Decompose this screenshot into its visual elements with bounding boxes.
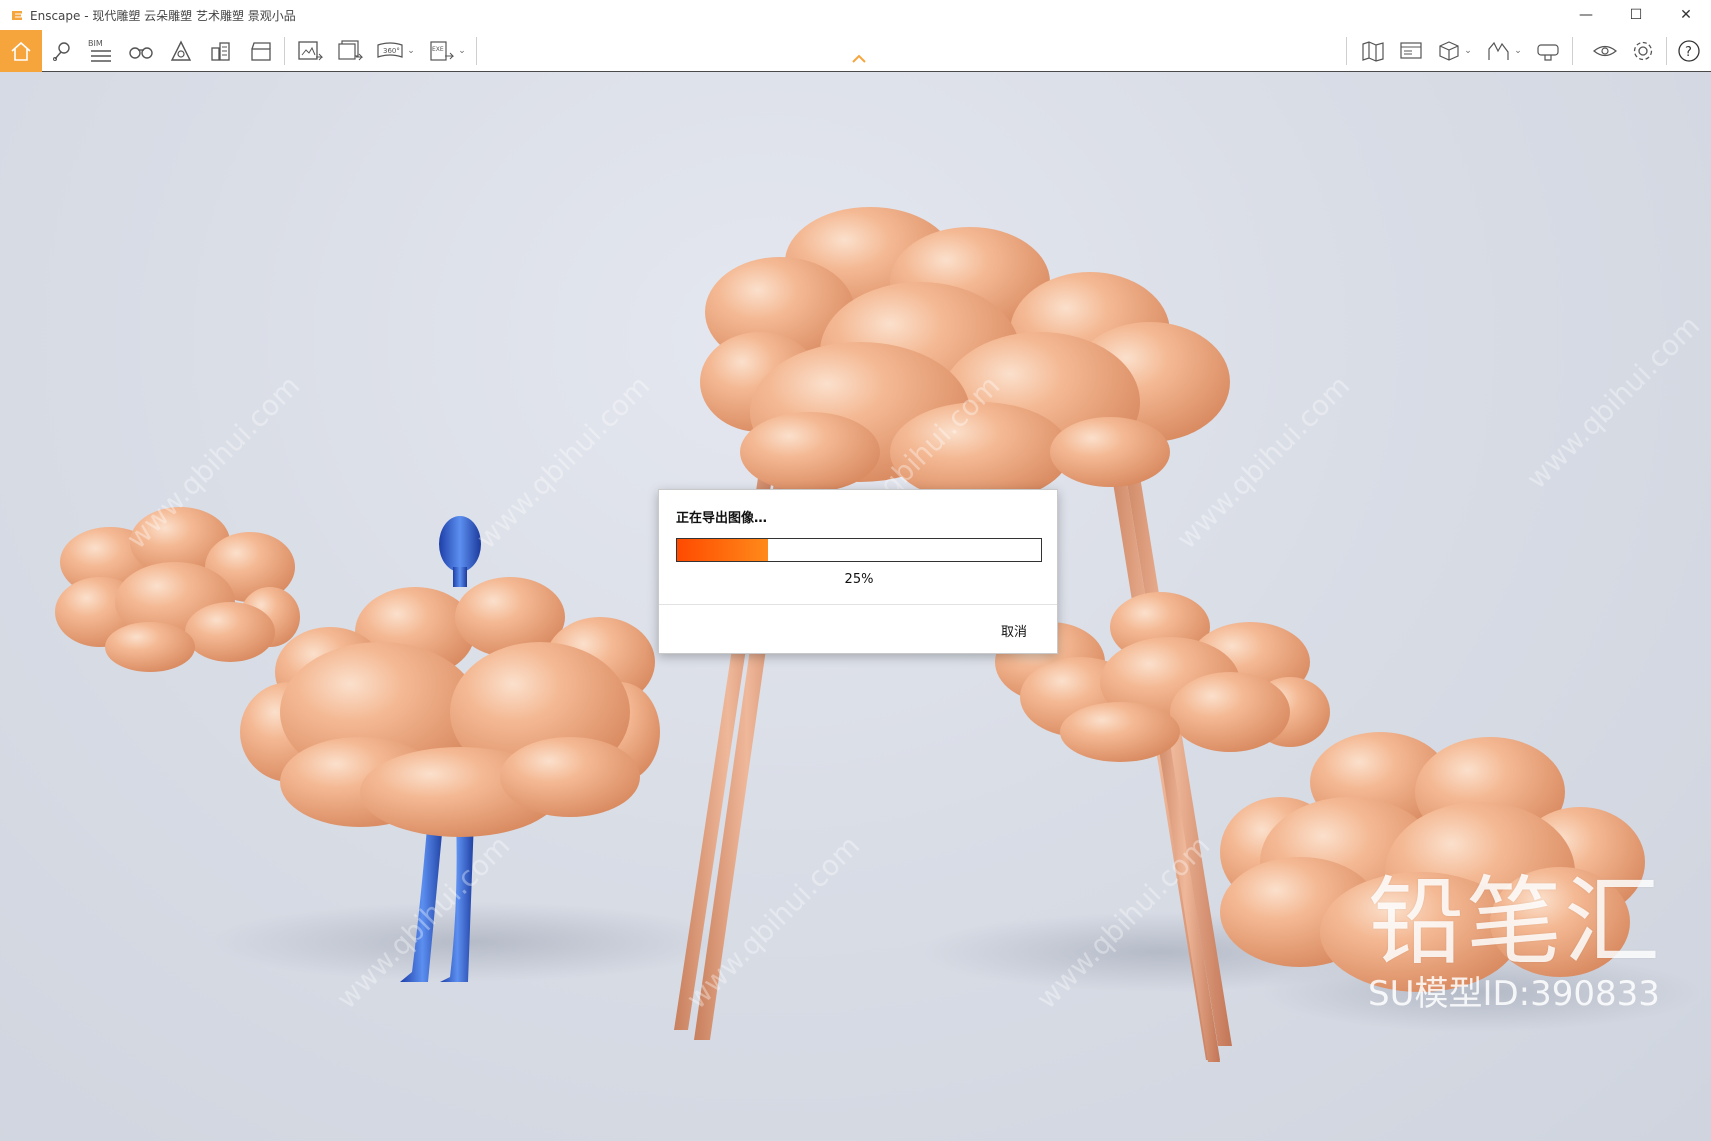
home-button[interactable] [0,30,42,72]
big-cloud [700,207,1230,502]
pin-button[interactable] [46,30,78,72]
figure-cloud [240,577,660,837]
brand-title: 铅笔汇 [1368,866,1662,978]
export-exe-button[interactable]: EXE ⌄ [424,30,470,72]
collapse-toolbar-icon[interactable] [850,52,868,66]
screenshot-button[interactable] [292,30,328,72]
render-image-icon [298,41,324,61]
bim-list-icon [91,49,111,62]
toolbar-separator [476,37,477,65]
buildings-button[interactable] [204,30,238,72]
toolbar-separator [1346,37,1347,65]
visual-settings-button[interactable] [1588,30,1622,72]
buildings-icon [211,42,230,61]
progress-percent: 25% [844,572,874,587]
title-bar: Enscape - 现代雕塑 云朵雕塑 艺术雕塑 景观小品 — ☐ ✕ [0,0,1711,30]
exe-label: EXE [432,46,444,53]
eye-icon [1593,45,1617,57]
map-pin-icon [53,42,70,61]
map-icon [1362,41,1384,62]
atmosphere-button[interactable]: ⌄ [1482,30,1526,72]
gear-icon [1633,41,1653,61]
map-button[interactable] [1356,30,1390,72]
chevron-down-icon: ⌄ [1464,46,1472,56]
maximize-button[interactable]: ☐ [1611,0,1661,30]
settings-button[interactable] [1626,30,1660,72]
toolbar-separator [1572,37,1573,65]
enscape-logo-icon [12,11,22,20]
toolbar-separator [1666,37,1667,65]
clapperboard-icon [251,42,271,61]
close-button[interactable]: ✕ [1661,0,1711,30]
panorama-button[interactable]: 360° ⌄ [372,30,418,72]
brand-model-id: SU模型ID:390833 [1368,974,1660,1014]
progress-fill [677,539,768,561]
asset-library-icon [170,40,192,61]
views-button[interactable] [1394,30,1428,72]
chevron-down-icon: ⌄ [407,46,415,56]
progress-bar [676,538,1042,562]
clapper-button[interactable] [244,30,278,72]
batch-render-icon [338,40,364,61]
vr-button[interactable] [1530,30,1566,72]
home-icon [11,41,31,61]
toolbar-separator [284,37,285,65]
batch-render-button[interactable] [332,30,368,72]
left-small-cloud [55,507,300,672]
bim-label: BIM [88,38,103,48]
window-title: Enscape - 现代雕塑 云朵雕塑 艺术雕塑 景观小品 [30,8,296,23]
views-panel-icon [1400,42,1422,59]
export-exe-icon: EXE [430,41,455,61]
minimize-button[interactable]: — [1561,0,1611,30]
cube-button[interactable]: ⌄ [1432,30,1476,72]
binoculars-icon [129,47,153,59]
export-progress-dialog: 正在导出图像… 25% 取消 [658,489,1058,654]
assets-button[interactable] [164,30,198,72]
cancel-button[interactable]: 取消 [1001,621,1027,640]
help-button[interactable]: ? [1672,30,1706,72]
cube-icon [1439,41,1459,61]
svg-text:?: ? [1685,45,1692,60]
chevron-down-icon: ⌄ [1514,46,1522,56]
landscape-icon [1488,41,1509,60]
dialog-divider [659,604,1057,605]
panorama-360-icon: 360° [377,42,403,58]
dialog-title: 正在导出图像… [676,511,768,526]
enscape-window: Enscape - 现代雕塑 云朵雕塑 艺术雕塑 景观小品 — ☐ ✕ BIM [0,0,1711,1141]
panorama-label: 360° [383,47,400,55]
window-controls: — ☐ ✕ [1561,0,1711,30]
help-icon: ? [1678,40,1700,62]
brand-watermark: 铅笔汇 SU模型ID:390833 [1368,872,1688,1032]
bim-button[interactable]: BIM [84,30,118,72]
binoculars-button[interactable] [124,30,158,72]
chevron-down-icon: ⌄ [458,46,466,56]
vr-headset-icon [1537,44,1559,61]
